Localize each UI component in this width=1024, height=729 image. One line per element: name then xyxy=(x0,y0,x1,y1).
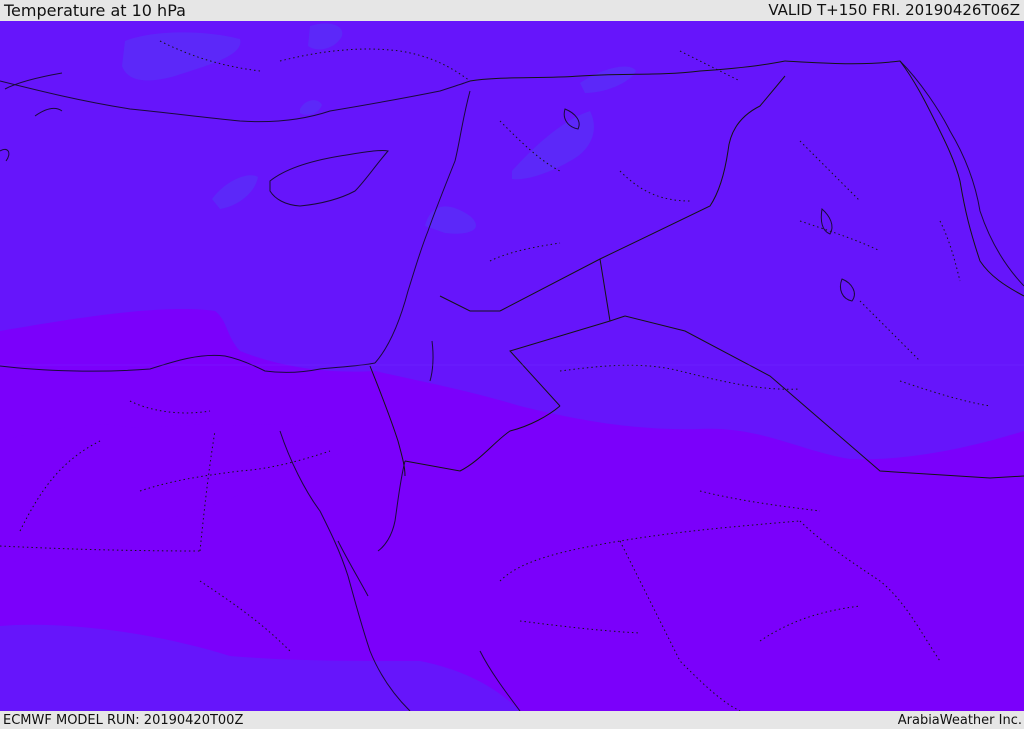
valid-time: VALID T+150 FRI. 20190426T06Z xyxy=(768,1,1020,19)
credit: ArabiaWeather Inc. xyxy=(897,712,1022,728)
temperature-map xyxy=(0,21,1024,711)
model-run: ECMWF MODEL RUN: 20190420T00Z xyxy=(3,712,244,728)
header-bar: Temperature at 10 hPa VALID T+150 FRI. 2… xyxy=(0,0,1024,20)
map-title: Temperature at 10 hPa xyxy=(4,0,186,20)
map-panel[interactable] xyxy=(0,21,1024,711)
footer-bar: ECMWF MODEL RUN: 20190420T00Z ArabiaWeat… xyxy=(0,711,1024,729)
